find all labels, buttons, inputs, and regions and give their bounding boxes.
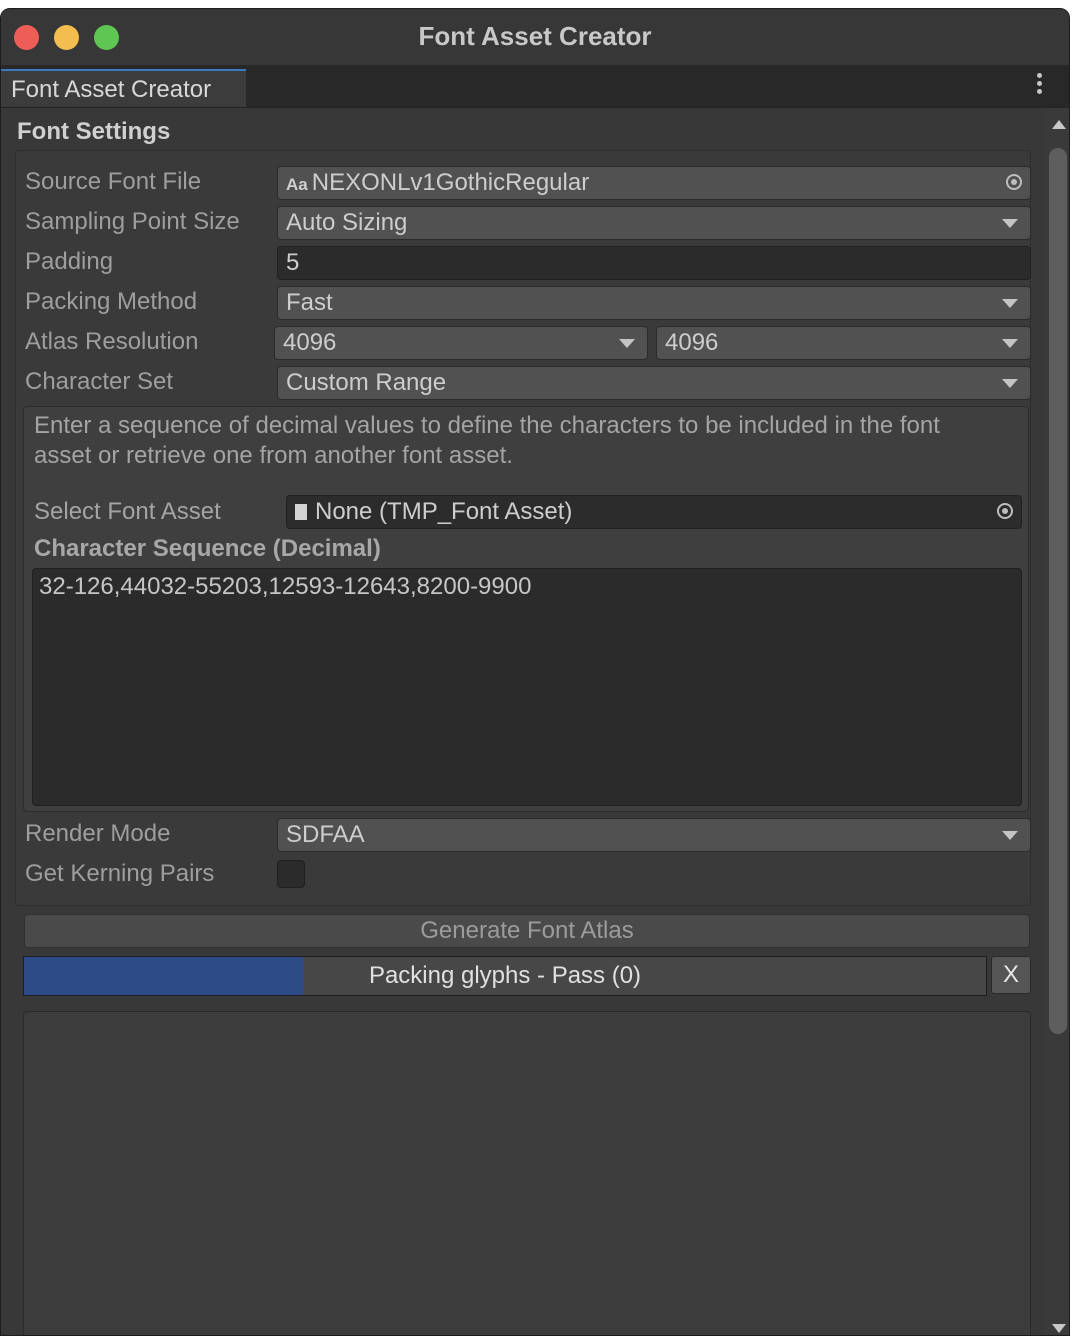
tab-font-asset-creator[interactable]: Font Asset Creator [1,69,246,107]
select-font-asset-value: None (TMP_Font Asset) [315,498,573,525]
sampling-point-size-value: Auto Sizing [286,209,408,236]
window-title: Font Asset Creator [418,21,652,51]
vertical-scrollbar[interactable] [1045,108,1069,1335]
get-kerning-pairs-label: Get Kerning Pairs [25,860,215,887]
chevron-down-icon [1002,339,1018,348]
help-text: Enter a sequence of decimal values to de… [34,412,940,469]
atlas-resolution-label: Atlas Resolution [25,328,199,355]
chevron-down-icon [1002,299,1018,308]
character-sequence-label: Character Sequence (Decimal) [34,535,381,562]
chevron-down-icon [1002,379,1018,388]
source-font-file-label: Source Font File [25,168,202,195]
atlas-preview-area [23,1011,1031,1335]
render-mode-value: SDFAA [286,821,365,848]
atlas-height-value: 4096 [665,329,719,356]
cancel-generation-button[interactable]: X [991,956,1031,994]
render-mode-dropdown[interactable]: SDFAA [277,818,1031,852]
generate-font-atlas-button[interactable]: Generate Font Atlas [24,914,1030,948]
scroll-down-arrow-icon[interactable] [1052,1324,1066,1333]
character-set-value: Custom Range [286,369,447,396]
kebab-menu-icon[interactable] [1037,73,1043,97]
title-bar: Font Asset Creator [1,9,1069,65]
tab-label: Font Asset Creator [11,76,212,103]
custom-range-help-box: Enter a sequence of decimal values to de… [23,406,1029,812]
atlas-width-dropdown[interactable]: 4096 [274,326,648,360]
padding-label: Padding [25,248,114,275]
character-set-dropdown[interactable]: Custom Range [277,366,1031,400]
chevron-down-icon [1002,219,1018,228]
chevron-down-icon [1002,831,1018,840]
character-sequence-textarea[interactable]: 32-126,44032-55203,12593-12643,8200-9900 [32,568,1022,806]
get-kerning-pairs-checkbox[interactable] [277,860,305,888]
scrollbar-thumb[interactable] [1049,148,1067,1034]
document-icon [295,504,307,520]
padding-value: 5 [286,249,300,276]
section-title-font-settings: Font Settings [17,118,171,145]
select-font-asset-field[interactable]: None (TMP_Font Asset) [286,495,1022,529]
select-font-asset-label: Select Font Asset [34,498,221,525]
padding-input[interactable]: 5 [277,246,1031,280]
font-asset-icon: Aa [286,175,308,194]
object-picker-icon[interactable] [1006,174,1022,190]
packing-method-label: Packing Method [25,288,198,315]
sampling-point-size-label: Sampling Point Size [25,208,240,235]
source-font-file-field[interactable]: Aa NEXONLv1GothicRegular [277,166,1031,200]
atlas-height-dropdown[interactable]: 4096 [656,326,1031,360]
chevron-down-icon [619,339,635,348]
object-picker-icon[interactable] [997,503,1013,519]
character-set-label: Character Set [25,368,174,395]
sampling-point-size-dropdown[interactable]: Auto Sizing [277,206,1031,240]
font-asset-creator-window: Font Asset Creator Font Asset Creator Fo… [0,8,1070,1336]
atlas-width-value: 4096 [283,329,337,356]
progress-label: Packing glyphs - Pass (0) [368,962,642,989]
render-mode-label: Render Mode [25,820,171,847]
editor-content: Font Settings Source Font File Aa NEXONLv… [1,108,1041,1335]
tab-strip: Font Asset Creator [1,65,1069,108]
scroll-up-arrow-icon[interactable] [1052,120,1066,129]
packing-method-value: Fast [286,289,333,316]
packing-progress-bar: Packing glyphs - Pass (0) [23,956,987,996]
packing-method-dropdown[interactable]: Fast [277,286,1031,320]
source-font-file-value: NEXONLv1GothicRegular [311,169,590,196]
